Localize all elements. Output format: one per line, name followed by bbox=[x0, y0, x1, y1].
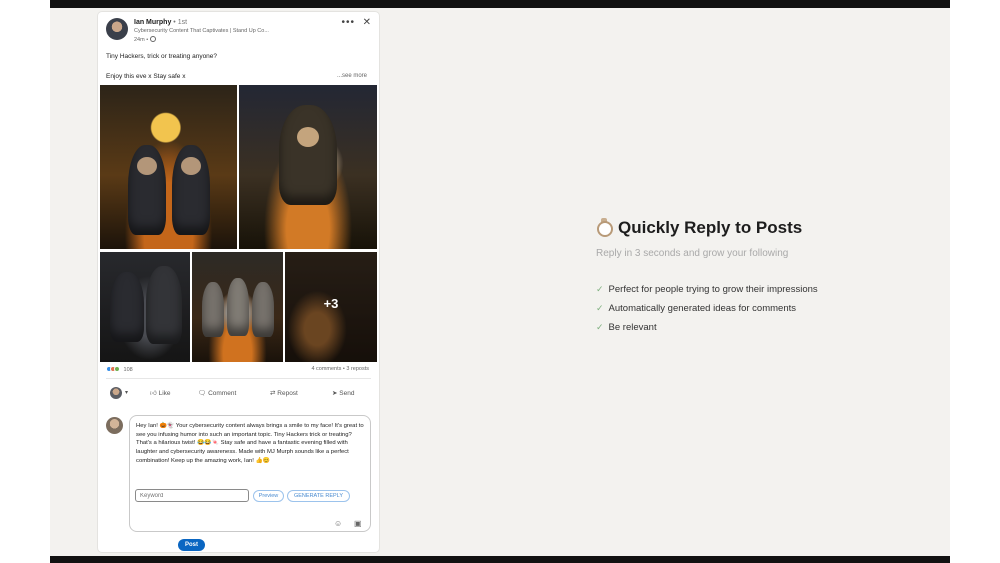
feature-panel: Quickly Reply to Posts Reply in 3 second… bbox=[596, 218, 896, 341]
comment-box[interactable]: Hey Ian! 🎃👻 Your cybersecurity content a… bbox=[129, 415, 371, 532]
thumbs-up-icon: 👍︎ bbox=[150, 390, 157, 397]
more-options-icon[interactable]: ••• bbox=[341, 17, 355, 28]
chevron-down-icon[interactable]: ▾ bbox=[125, 389, 128, 396]
repost-icon: ⇄ bbox=[270, 390, 276, 397]
comment-button[interactable]: 🗨︎ Comment bbox=[198, 389, 236, 397]
see-more-link[interactable]: ...see more bbox=[337, 73, 367, 79]
globe-icon bbox=[149, 36, 156, 42]
repost-button[interactable]: ⇄ Repost bbox=[270, 389, 298, 397]
post-header: Ian Murphy • 1st Cybersecurity Content T… bbox=[106, 17, 373, 48]
post-image-2[interactable] bbox=[239, 85, 377, 249]
bottom-bar bbox=[50, 556, 950, 563]
feature-item: ✓ Automatically generated ideas for comme… bbox=[596, 303, 797, 314]
watch-icon bbox=[596, 218, 613, 237]
post-button[interactable]: Post bbox=[178, 539, 205, 551]
reactions-summary[interactable]: 108 bbox=[106, 366, 133, 373]
commenter-avatar bbox=[106, 417, 123, 434]
keyword-input[interactable] bbox=[135, 489, 249, 502]
comment-icon: 🗨︎ bbox=[198, 390, 207, 397]
reactions-count: 108 bbox=[123, 367, 133, 373]
like-button[interactable]: 👍︎ Like bbox=[150, 389, 171, 397]
connection-degree: • 1st bbox=[173, 19, 188, 26]
preview-button[interactable]: Preview bbox=[253, 490, 284, 502]
app-frame: Ian Murphy • 1st Cybersecurity Content T… bbox=[50, 0, 950, 563]
post-actions: ▾ 👍︎ Like 🗨︎ Comment ⇄ Repost ➤ Send bbox=[106, 386, 371, 404]
post-time: 24m • bbox=[134, 36, 156, 43]
post-image-1[interactable] bbox=[100, 85, 237, 249]
post-image-5[interactable]: +3 bbox=[285, 252, 377, 362]
check-icon: ✓ bbox=[596, 322, 604, 332]
feature-item: ✓ Be relevant bbox=[596, 322, 657, 333]
check-icon: ✓ bbox=[596, 284, 604, 294]
post-image-4[interactable] bbox=[192, 252, 283, 362]
author-headline: Cybersecurity Content That Captivates | … bbox=[134, 28, 269, 34]
feature-title: Quickly Reply to Posts bbox=[596, 218, 896, 238]
close-icon[interactable]: ✕ bbox=[363, 17, 371, 28]
divider bbox=[106, 378, 371, 379]
emoji-icon[interactable]: ☺ bbox=[334, 519, 342, 528]
image-icon[interactable]: ▣ bbox=[354, 519, 362, 528]
comments-reposts-count[interactable]: 4 comments • 3 reposts bbox=[311, 366, 369, 372]
feature-list: ✓ Perfect for people trying to grow their… bbox=[596, 284, 896, 333]
check-icon: ✓ bbox=[596, 303, 604, 313]
author-avatar[interactable] bbox=[106, 18, 128, 40]
send-button[interactable]: ➤ Send bbox=[332, 389, 354, 397]
post-image-3[interactable] bbox=[100, 252, 190, 362]
top-bar bbox=[50, 0, 950, 8]
comment-text[interactable]: Hey Ian! 🎃👻 Your cybersecurity content a… bbox=[136, 422, 364, 466]
author-name[interactable]: Ian Murphy • 1st bbox=[134, 19, 187, 26]
send-icon: ➤ bbox=[332, 390, 338, 397]
post-text-line1: Tiny Hackers, trick or treating anyone? bbox=[106, 53, 218, 60]
actor-avatar[interactable] bbox=[110, 387, 122, 399]
more-images-count: +3 bbox=[323, 296, 339, 311]
generate-reply-button[interactable]: GENERATE REPLY bbox=[287, 490, 350, 502]
support-reaction-icon bbox=[114, 366, 120, 372]
post-card: Ian Murphy • 1st Cybersecurity Content T… bbox=[98, 12, 379, 552]
feature-item: ✓ Perfect for people trying to grow their… bbox=[596, 284, 818, 295]
feature-subtitle: Reply in 3 seconds and grow your followi… bbox=[596, 248, 789, 259]
post-text-line2: Enjoy this eve x Stay safe x bbox=[106, 73, 186, 80]
